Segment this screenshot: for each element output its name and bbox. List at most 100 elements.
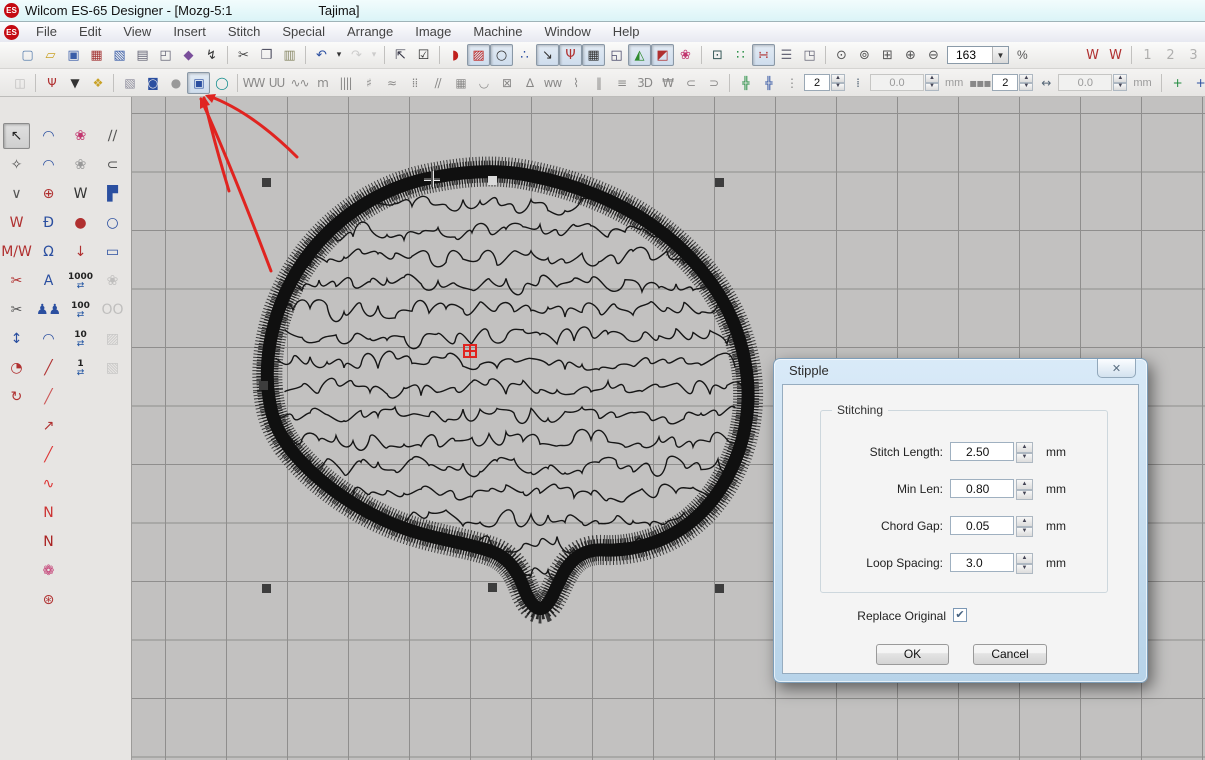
ratio-1000-tool[interactable]: 1000⇄ (67, 268, 94, 294)
menu-insert[interactable]: Insert (162, 22, 217, 42)
pen-line-c-tool[interactable]: ↗ (35, 413, 62, 439)
menu-help[interactable]: Help (602, 22, 651, 42)
cancel-button[interactable]: Cancel (973, 644, 1047, 665)
menu-machine[interactable]: Machine (462, 22, 533, 42)
pointer-mode-icon[interactable]: ↘ (536, 44, 559, 66)
show-graphics-icon[interactable]: ◩ (651, 44, 674, 66)
stitch-ratio-tool[interactable]: M/W (3, 239, 30, 265)
spin-down-icon[interactable]: ▼ (1016, 490, 1033, 501)
spin-up-icon[interactable]: ▲ (1016, 516, 1033, 527)
merge-blocks-icon[interactable]: ╬ (757, 72, 780, 94)
rectangle-tool[interactable]: ▭ (99, 239, 126, 265)
measure-tool[interactable]: ↕ (3, 326, 30, 352)
spin-down-icon[interactable]: ▼ (1016, 453, 1033, 464)
fan-stitch-tool[interactable]: ◔ (3, 355, 30, 381)
chevron-down-icon[interactable]: ▼ (992, 47, 1008, 63)
ratio-100-tool[interactable]: 100⇄ (67, 297, 94, 323)
pen-line-a-tool[interactable]: ╱ (35, 355, 62, 381)
undo-dropdown-icon[interactable]: ▾ (333, 44, 345, 66)
min-len-input[interactable]: 0.80 (950, 479, 1014, 498)
zoom-box-icon[interactable]: ⊞ (876, 44, 899, 66)
zigzag-run-tool[interactable]: W (67, 181, 94, 207)
thread-colors-icon[interactable]: ∷ (729, 44, 752, 66)
run-count-field[interactable]: 2 ▲▼ (992, 74, 1033, 91)
branching-tool[interactable]: ❀ (67, 123, 94, 149)
row-spacing-icon[interactable]: ⁞ (846, 72, 869, 94)
menu-stitch[interactable]: Stitch (217, 22, 272, 42)
selection-handle-bottom-middle[interactable] (488, 583, 497, 592)
stitch-object-icon[interactable]: ◗ (444, 44, 467, 66)
write-to-machine-icon[interactable]: ▦ (85, 44, 108, 66)
spin-up-icon[interactable]: ▲ (1016, 553, 1033, 564)
menu-arrange[interactable]: Arrange (336, 22, 404, 42)
stitch-width-icon[interactable]: ↔ (1034, 72, 1057, 94)
underlay-count-field[interactable]: 2 ▲▼ (804, 74, 845, 91)
cut-zigzag-tool[interactable]: ✂ (3, 268, 30, 294)
flag-shape-tool[interactable]: ▛ (99, 181, 126, 207)
motif-run-tool[interactable]: W (3, 210, 30, 236)
dot-stitch-icon[interactable]: ● (164, 72, 187, 94)
loop-spacing-spinner[interactable]: ▲▼ (1016, 553, 1033, 574)
selection-handle-top-right[interactable] (715, 178, 724, 187)
menu-special[interactable]: Special (271, 22, 336, 42)
open-design-icon[interactable]: ▱ (39, 44, 62, 66)
outline-design-icon[interactable]: ◙ (141, 72, 164, 94)
lettering-tool[interactable]: A (35, 268, 62, 294)
needle-points-icon[interactable]: Ψ (559, 44, 582, 66)
design-properties-icon[interactable]: ◳ (798, 44, 821, 66)
run-count-value[interactable]: 2 (992, 74, 1018, 91)
insert-design-icon[interactable]: ⇱ (389, 44, 412, 66)
complex-fill-tool[interactable]: Ω (35, 239, 62, 265)
select-tool[interactable]: ↖ (3, 123, 30, 149)
wave-stitch-icon[interactable]: + (1189, 72, 1205, 94)
open-path-tool[interactable]: N (35, 500, 62, 526)
reshape-node-tool[interactable]: ◠ (35, 152, 62, 178)
design-monitor-icon[interactable]: ⊡ (706, 44, 729, 66)
penetration-down-tool[interactable]: ↓ (67, 239, 94, 265)
menu-view[interactable]: View (112, 22, 162, 42)
arc-tool[interactable]: ⊂ (99, 152, 126, 178)
ellipse-tool[interactable]: ○ (99, 210, 126, 236)
selection-handle-bottom-left[interactable] (262, 584, 271, 593)
undo-icon[interactable]: ↶ (310, 44, 333, 66)
replace-original-checkbox[interactable]: ✔ (953, 608, 967, 622)
stipple-stitch-icon[interactable]: ▣ (187, 72, 210, 94)
penetration-circle-tool[interactable]: ⊕ (35, 181, 62, 207)
overview-window-icon[interactable]: ◱ (605, 44, 628, 66)
spin-up-icon[interactable]: ▲ (831, 74, 845, 83)
pattern-stamp-tool[interactable]: ❀ (67, 152, 94, 178)
stitch-length-input[interactable]: 2.50 (950, 442, 1014, 461)
stitch-player-icon[interactable]: ◆ (177, 44, 200, 66)
show-bitmaps-icon[interactable]: ❀ (674, 44, 697, 66)
rotate-ellipse-tool[interactable]: ↻ (3, 384, 30, 410)
stitch-density-icon[interactable]: ⋮ (780, 72, 803, 94)
spin-down-icon[interactable]: ▼ (1016, 527, 1033, 538)
show-pictures-icon[interactable]: ◭ (628, 44, 651, 66)
selection-handle-top-left[interactable] (262, 178, 271, 187)
penetrations-view-icon[interactable]: ∴ (513, 44, 536, 66)
underlay-count-value[interactable]: 2 (804, 74, 830, 91)
color-film-icon[interactable]: ∺ (752, 44, 775, 66)
spin-down-icon[interactable]: ▼ (1016, 564, 1033, 575)
grid-toggle-icon[interactable]: ▦ (582, 44, 605, 66)
menu-window[interactable]: Window (534, 22, 602, 42)
selection-handle-middle-left[interactable] (259, 381, 268, 390)
divide-blocks-icon[interactable]: ╬ (734, 72, 757, 94)
run-count-icon[interactable]: ▪▪▪ (968, 72, 991, 94)
pen-line-b-tool[interactable]: ╱ (35, 384, 62, 410)
pen-line-d-tool[interactable]: ╱ (35, 442, 62, 468)
radial-wheel-tool[interactable]: ⊛ (35, 587, 62, 613)
new-design-icon[interactable]: ▢ (16, 44, 39, 66)
zoom-in-icon[interactable]: ⊕ (899, 44, 922, 66)
flower-pair-tool[interactable]: ❁ (35, 558, 62, 584)
stitch-edit-icon[interactable]: ❖ (86, 72, 109, 94)
send-to-stitch-manager-icon[interactable]: W (1104, 44, 1127, 66)
ratio-1-tool[interactable]: 1⇄ (67, 355, 94, 381)
document-menu-icon[interactable]: ES (4, 25, 19, 40)
stitch-bars-icon[interactable]: ☰ (775, 44, 798, 66)
zoom-previous-icon[interactable]: ⊚ (853, 44, 876, 66)
cut-icon[interactable]: ✂ (232, 44, 255, 66)
cut-needle-tool[interactable]: ✂ (3, 297, 30, 323)
chord-gap-input[interactable]: 0.05 (950, 516, 1014, 535)
ok-button[interactable]: OK (876, 644, 949, 665)
